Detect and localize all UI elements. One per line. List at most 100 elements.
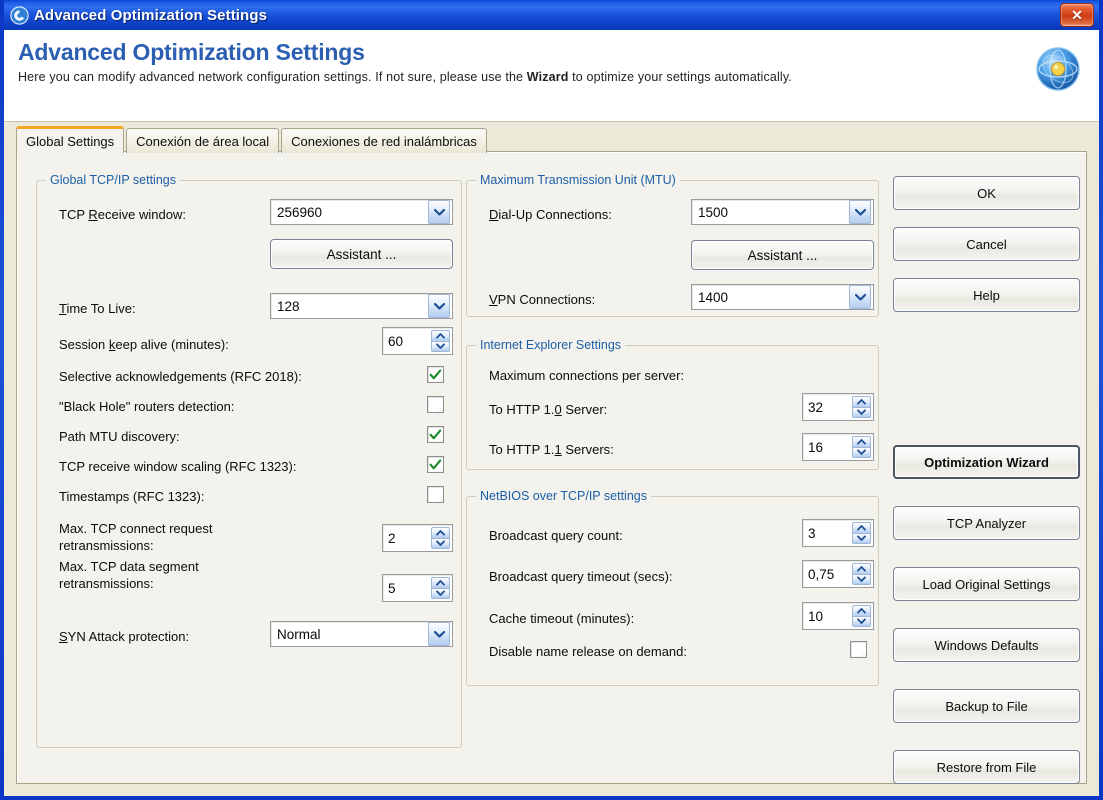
windows-defaults-button[interactable]: Windows Defaults xyxy=(893,628,1080,662)
spinner-broadcast-query-timeout[interactable]: 0,75 xyxy=(802,560,874,588)
backup-to-file-button[interactable]: Backup to File xyxy=(893,689,1080,723)
accelerator-key: S xyxy=(59,629,68,644)
tab-label: Conexiones de red inalámbricas xyxy=(291,133,477,149)
combo-tcp-receive-window[interactable]: 256960 xyxy=(270,199,453,225)
tcp-receive-assistant-button[interactable]: Assistant ... xyxy=(270,239,453,269)
spinner-max-connect-retrans[interactable]: 2 xyxy=(382,524,453,552)
checkbox-selective-ack[interactable] xyxy=(427,366,444,383)
group-title-mtu: Maximum Transmission Unit (MTU) xyxy=(476,173,680,187)
label-http-10-server: To HTTP 1.0 Server: xyxy=(489,402,607,417)
spinner-value: 0,75 xyxy=(808,566,835,582)
checkbox-timestamps[interactable] xyxy=(427,486,444,503)
checkbox-disable-name-release[interactable] xyxy=(850,641,867,658)
label-max-data-retrans-line2: retransmissions: xyxy=(59,576,154,591)
app-swirl-icon xyxy=(10,5,29,25)
page-description: Here you can modify advanced network con… xyxy=(18,69,968,86)
chevron-down-icon[interactable] xyxy=(849,285,871,309)
chevron-down-icon[interactable] xyxy=(428,200,450,224)
spinner-down-icon[interactable] xyxy=(431,340,450,352)
label-disable-name-release: Disable name release on demand: xyxy=(489,644,688,659)
spinner-up-icon[interactable] xyxy=(431,577,450,588)
spinner-buttons xyxy=(852,436,871,458)
label-tcp-window-scaling: TCP receive window scaling (RFC 1323): xyxy=(59,459,297,474)
page-title: Advanced Optimization Settings xyxy=(18,39,365,65)
spinner-down-icon[interactable] xyxy=(852,532,871,544)
label-part: To HTTP 1. xyxy=(489,402,555,417)
label-dialup-connections: Dial-Up Connections: xyxy=(489,207,612,222)
chevron-down-icon[interactable] xyxy=(428,622,450,646)
spinner-up-icon[interactable] xyxy=(852,522,871,533)
tab-label: Conexión de área local xyxy=(136,133,270,149)
spinner-down-icon[interactable] xyxy=(431,537,450,549)
group-title-internet-explorer: Internet Explorer Settings xyxy=(476,338,626,352)
group-global-tcpip: Global TCP/IP settings TCP Receive windo… xyxy=(36,173,462,748)
spinner-http-10-server[interactable]: 32 xyxy=(802,393,874,421)
button-label: Backup to File xyxy=(945,698,1028,714)
ok-button[interactable]: OK xyxy=(893,176,1080,210)
close-button[interactable]: ✕ xyxy=(1060,3,1094,27)
spinner-up-icon[interactable] xyxy=(431,330,450,341)
checkbox-black-hole-routers[interactable] xyxy=(427,396,444,413)
spinner-down-icon[interactable] xyxy=(852,446,871,458)
label-part: PN Connections: xyxy=(497,292,596,307)
group-netbios: NetBIOS over TCP/IP settings Broadcast q… xyxy=(466,489,879,686)
spinner-value: 3 xyxy=(808,525,816,541)
spinner-session-keep-alive[interactable]: 60 xyxy=(382,327,453,355)
mtu-assistant-button[interactable]: Assistant ... xyxy=(691,240,874,270)
label-time-to-live: Time To Live: xyxy=(59,301,136,316)
spinner-up-icon[interactable] xyxy=(852,563,871,574)
button-label: Assistant ... xyxy=(747,247,818,263)
spinner-up-icon[interactable] xyxy=(852,436,871,447)
spinner-buttons xyxy=(431,527,450,549)
spinner-buttons xyxy=(852,396,871,418)
restore-from-file-button[interactable]: Restore from File xyxy=(893,750,1080,784)
combo-syn-attack-protection[interactable]: Normal xyxy=(270,621,453,647)
accelerator-key: V xyxy=(489,292,498,307)
combo-vpn-mtu[interactable]: 1400 xyxy=(691,284,874,310)
desc-part-2: to optimize your settings automatically. xyxy=(568,70,792,84)
spinner-value: 5 xyxy=(388,580,396,596)
spinner-buttons xyxy=(852,522,871,544)
spinner-down-icon[interactable] xyxy=(431,587,450,599)
cancel-button[interactable]: Cancel xyxy=(893,227,1080,261)
combo-time-to-live[interactable]: 128 xyxy=(270,293,453,319)
button-label: Assistant ... xyxy=(326,246,397,262)
label-part: To HTTP 1. xyxy=(489,442,555,457)
help-button[interactable]: Help xyxy=(893,278,1080,312)
spinner-max-data-retrans[interactable]: 5 xyxy=(382,574,453,602)
chevron-down-icon[interactable] xyxy=(849,200,871,224)
label-timestamps: Timestamps (RFC 1323): xyxy=(59,489,205,504)
desc-part-1: Here you can modify advanced network con… xyxy=(18,70,527,84)
label-broadcast-query-timeout: Broadcast query timeout (secs): xyxy=(489,569,673,584)
optimization-wizard-button[interactable]: Optimization Wizard xyxy=(893,445,1080,479)
spinner-cache-timeout[interactable]: 10 xyxy=(802,602,874,630)
tab-conexiones-red-inalambricas[interactable]: Conexiones de red inalámbricas xyxy=(281,128,487,153)
label-max-connect-retrans-line2: retransmissions: xyxy=(59,538,154,553)
checkbox-path-mtu-discovery[interactable] xyxy=(427,426,444,443)
chevron-down-icon[interactable] xyxy=(428,294,450,318)
spinner-buttons xyxy=(431,577,450,599)
combo-value: Normal xyxy=(277,626,321,642)
checkbox-tcp-window-scaling[interactable] xyxy=(427,456,444,473)
group-mtu: Maximum Transmission Unit (MTU) Dial-Up … xyxy=(466,173,879,317)
combo-dialup-mtu[interactable]: 1500 xyxy=(691,199,874,225)
dialog-window: Advanced Optimization Settings ✕ Advance… xyxy=(0,0,1103,800)
tab-conexion-area-local[interactable]: Conexión de área local xyxy=(126,128,280,153)
label-part: eceive window: xyxy=(97,207,186,222)
spinner-broadcast-query-count[interactable]: 3 xyxy=(802,519,874,547)
spinner-up-icon[interactable] xyxy=(852,396,871,407)
load-original-settings-button[interactable]: Load Original Settings xyxy=(893,567,1080,601)
title-bar: Advanced Optimization Settings ✕ xyxy=(4,0,1099,30)
label-part: ial-Up Connections: xyxy=(498,207,612,222)
combo-value: 1400 xyxy=(698,289,729,305)
tcp-analyzer-button[interactable]: TCP Analyzer xyxy=(893,506,1080,540)
spinner-up-icon[interactable] xyxy=(852,605,871,616)
spinner-up-icon[interactable] xyxy=(431,527,450,538)
spinner-buttons xyxy=(852,605,871,627)
spinner-down-icon[interactable] xyxy=(852,573,871,585)
combo-value: 1500 xyxy=(698,204,729,220)
spinner-down-icon[interactable] xyxy=(852,615,871,627)
tab-global-settings[interactable]: Global Settings xyxy=(16,126,125,153)
spinner-http-11-servers[interactable]: 16 xyxy=(802,433,874,461)
spinner-down-icon[interactable] xyxy=(852,406,871,418)
